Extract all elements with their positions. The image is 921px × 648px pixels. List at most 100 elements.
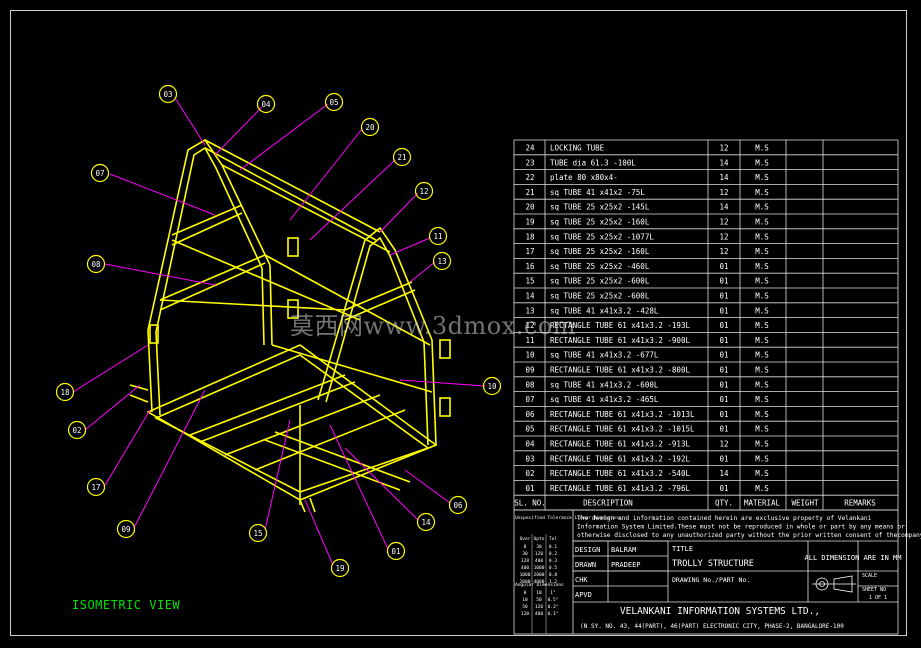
role-label: DRAWN — [575, 561, 596, 569]
bom-description: RECTANGLE TUBE 61 x41x3.2 -913L — [550, 440, 690, 449]
bom-qty: 12 — [719, 247, 728, 256]
bom-qty: 01 — [719, 395, 728, 404]
angle-cell: 10 — [522, 597, 528, 603]
bom-sl: 02 — [525, 469, 534, 478]
angle-cell: 0 — [524, 590, 527, 596]
bom-row: 12 RECTANGLE TUBE 61 x41x3.2 -193L 01 M.S — [525, 321, 769, 330]
tol-cell: 400 — [535, 558, 543, 564]
bom-material: M.S — [755, 158, 769, 167]
tol-cell: 1000 — [534, 565, 545, 571]
dimension-note: ALL DIMENSION ARE IN MM — [805, 554, 902, 562]
tol-cell: 0.2 — [549, 551, 557, 557]
bom-sl: 17 — [525, 247, 534, 256]
bom-description: sq TUBE 41 x41x3.2 -428L — [550, 306, 659, 315]
tol-cell: 0 — [524, 544, 527, 550]
bom-row: 18 sq TUBE 25 x25x2 -1077L 12 M.S — [525, 232, 769, 241]
tol-header: Over — [520, 536, 531, 542]
bill-of-materials: 24 LOCKING TUBE 12 M.S 23 TUBE dia 61.3 -100L… — [513, 139, 921, 635]
company-name: VELANKANI INFORMATION SYSTEMS LTD., — [620, 606, 820, 617]
bom-row: 09 RECTANGLE TUBE 61 x41x3.2 -800L 01 M.S — [525, 366, 769, 375]
bom-sl: 19 — [525, 218, 534, 227]
bom-sl: 21 — [525, 188, 534, 197]
bom-row: 14 sq TUBE 25 x25x2 -600L 01 M.S — [525, 292, 769, 301]
bom-material: M.S — [755, 321, 769, 330]
bom-description: sq TUBE 41 x41x3.2 -677L — [550, 351, 659, 360]
bom-qty: 01 — [719, 410, 728, 419]
bom-material: M.S — [755, 188, 769, 197]
bom-row: 20 sq TUBE 25 x25x2 -145L 14 M.S — [525, 203, 769, 212]
bom-row: 05 RECTANGLE TUBE 61 x41x3.2 -1015L 01 M.S — [525, 425, 769, 434]
bom-sl: 13 — [525, 306, 534, 315]
role-label: DESIGN — [575, 546, 600, 554]
bom-sl: 22 — [525, 173, 534, 182]
bom-sl: 11 — [525, 336, 534, 345]
tol-cell: 0.8 — [549, 572, 557, 578]
bom-sl: 10 — [525, 351, 535, 360]
bom-qty: 01 — [719, 277, 728, 286]
bom-row: 13 sq TUBE 41 x41x3.2 -428L 01 M.S — [525, 306, 769, 315]
bom-row: 04 RECTANGLE TUBE 61 x41x3.2 -913L 12 M.S — [525, 440, 769, 449]
bom-qty: 01 — [719, 366, 728, 375]
scale-label: SCALE — [862, 573, 877, 579]
bom-sl: 01 — [525, 484, 534, 493]
notice-line: The design and information contained her… — [577, 515, 872, 522]
angle-cell: 400 — [535, 611, 543, 617]
bom-qty: 12 — [719, 440, 728, 449]
bom-header-cell: WEIGHT — [791, 499, 819, 508]
bom-row: 22 plate 80 x80x4- 14 M.S — [525, 173, 769, 182]
bom-description: RECTANGLE TUBE 61 x41x3.2 -1015L — [550, 425, 695, 434]
bom-material: M.S — [755, 218, 769, 227]
bom-row: 15 sq TUBE 25 x25x2 -600L 01 M.S — [525, 277, 769, 286]
bom-material: M.S — [755, 366, 769, 375]
tolerance-note: Unspecified Tolerance Linear Dimensions — [515, 515, 621, 521]
bom-qty: 01 — [719, 454, 728, 463]
tol-cell: 120 — [535, 551, 543, 557]
bom-material: M.S — [755, 262, 769, 271]
bom-row: 23 TUBE dia 61.3 -100L 14 M.S — [525, 158, 769, 167]
bom-description: sq TUBE 25 x25x2 -600L — [550, 292, 650, 301]
bom-qty: 12 — [719, 232, 728, 241]
bom-description: RECTANGLE TUBE 61 x41x3.2 -192L — [550, 454, 690, 463]
bom-sl: 03 — [525, 454, 534, 463]
bom-qty: 01 — [719, 351, 728, 360]
bom-material: M.S — [755, 232, 769, 241]
bom-material: M.S — [755, 144, 769, 153]
bom-qty: 14 — [719, 203, 729, 212]
bom-sl: 12 — [525, 321, 534, 330]
bom-qty: 12 — [719, 188, 728, 197]
tol-cell: 30 — [536, 544, 542, 550]
angular-note: Angular Dimensions — [515, 582, 564, 588]
bom-qty: 01 — [719, 425, 728, 434]
bom-material: M.S — [755, 410, 769, 419]
bom-row: 02 RECTANGLE TUBE 61 x41x3.2 -540L 14 M.S — [525, 469, 769, 478]
tol-cell: 2000 — [534, 572, 545, 578]
bom-material: M.S — [755, 277, 769, 286]
role-label: APVD — [575, 591, 592, 599]
bom-sl: 08 — [525, 380, 535, 389]
bom-description: sq TUBE 25 x25x2 -145L — [550, 203, 650, 212]
tol-cell: 120 — [521, 558, 529, 564]
bom-row: 24 LOCKING TUBE 12 M.S — [525, 144, 769, 153]
tol-header: Tol — [549, 536, 557, 542]
angle-cell: 0.3° — [548, 604, 559, 610]
bom-row: 07 sq TUBE 41 x41x3.2 -465L 01 M.S — [525, 395, 769, 404]
bom-description: RECTANGLE TUBE 61 x41x3.2 -900L — [550, 336, 690, 345]
bom-sl: 18 — [525, 232, 535, 241]
angle-cell: 50 — [522, 604, 528, 610]
bom-description: RECTANGLE TUBE 61 x41x3.2 -800L — [550, 366, 690, 375]
bom-material: M.S — [755, 203, 769, 212]
role-name: BALRAM — [611, 546, 636, 554]
bom-description: sq TUBE 41 x41x3.2 -465L — [550, 395, 659, 404]
drawing-sheet: 03 04 05 20 21 12 11 13 07 08 18 10 02 17 09 15 19 01 14 06… — [0, 0, 921, 648]
bom-row: 21 sq TUBE 41 x41x2 -75L 12 M.S — [525, 188, 769, 197]
bom-qty: 01 — [719, 292, 728, 301]
angle-cell: 120 — [521, 611, 529, 617]
bom-description: sq TUBE 25 x25x2 -160L — [550, 247, 650, 256]
bom-sl: 20 — [525, 203, 535, 212]
bom-qty: 14 — [719, 158, 729, 167]
bom-material: M.S — [755, 306, 769, 315]
bom-description: sq TUBE 41 x41x3.2 -600L — [550, 380, 659, 389]
bom-description: RECTANGLE TUBE 61 x41x3.2 -540L — [550, 469, 690, 478]
bom-qty: 01 — [719, 306, 728, 315]
title-label: TITLE — [672, 545, 693, 553]
